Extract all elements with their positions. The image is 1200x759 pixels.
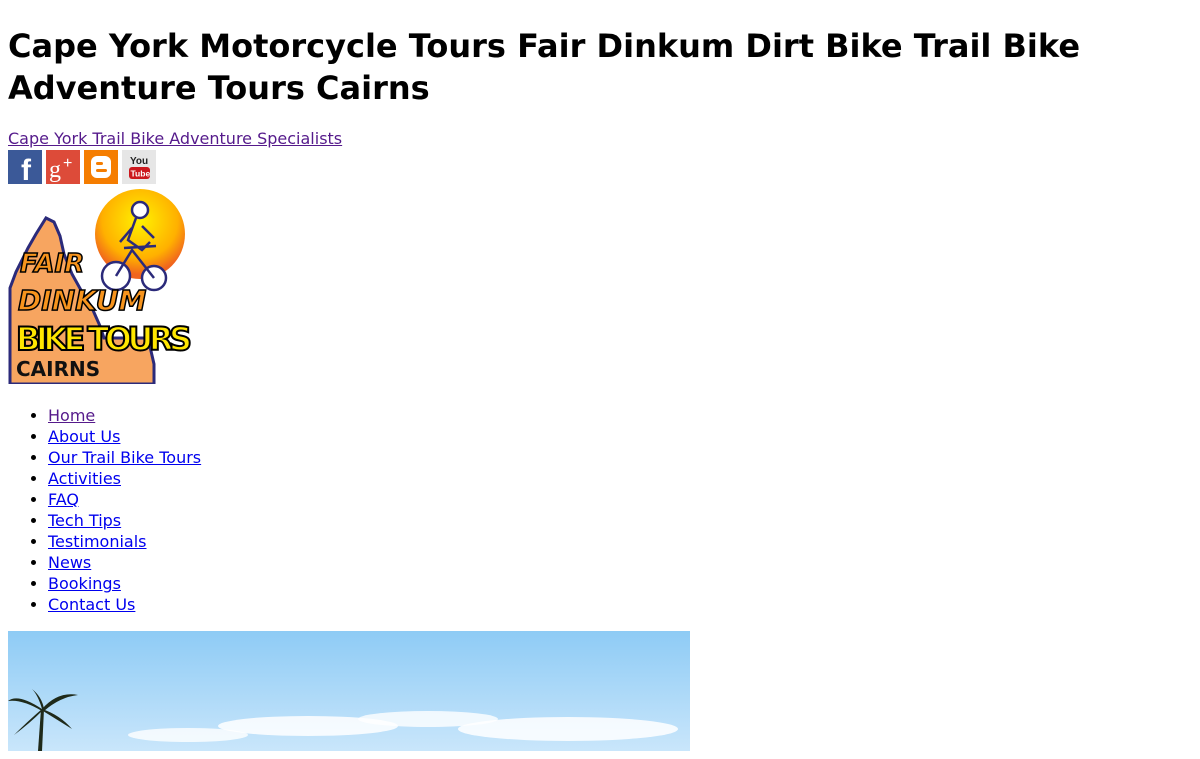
nav-link-our-trail-bike-tours[interactable]: Our Trail Bike Tours [48,448,201,467]
nav-link-faq[interactable]: FAQ [48,490,79,509]
main-nav: Home About Us Our Trail Bike Tours Activ… [8,405,1192,615]
blogger-link[interactable] [84,150,118,184]
youtube-link[interactable]: You Tube [122,150,156,184]
logo-text-dinkum: DINKUM [18,284,147,317]
svg-text:g: g [49,157,61,183]
svg-text:Tube: Tube [131,169,151,179]
nav-item-contact-us: Contact Us [48,594,1192,615]
nav-item-faq: FAQ [48,489,1192,510]
logo-text-cairns: CAIRNS [16,357,100,381]
page: Cape York Motorcycle Tours Fair Dinkum D… [0,0,1200,759]
fair-dinkum-logo: FAIR DINKUM BIKE TOURS CAIRNS [8,189,193,384]
nav-item-news: News [48,552,1192,573]
svg-text:f: f [21,154,32,184]
logo-text-bike-tours: BIKE TOURS [16,320,192,358]
google-plus-icon: g + [46,150,80,184]
logo-text-fair: FAIR [20,249,84,279]
blogger-icon [84,150,118,184]
nav-item-about-us: About Us [48,426,1192,447]
tagline-link[interactable]: Cape York Trail Bike Adventure Specialis… [8,129,1192,149]
nav-item-our-trail-bike-tours: Our Trail Bike Tours [48,447,1192,468]
youtube-icon: You Tube [122,150,156,184]
nav-item-bookings: Bookings [48,573,1192,594]
facebook-link[interactable]: f [8,150,42,184]
nav-link-bookings[interactable]: Bookings [48,574,121,593]
svg-text:+: + [63,155,72,172]
nav-item-testimonials: Testimonials [48,531,1192,552]
nav-link-testimonials[interactable]: Testimonials [48,532,147,551]
nav-link-news[interactable]: News [48,553,91,572]
facebook-icon: f [8,150,42,184]
google-plus-link[interactable]: g + [46,150,80,184]
nav-link-home[interactable]: Home [48,406,95,425]
nav-item-activities: Activities [48,468,1192,489]
nav-link-tech-tips[interactable]: Tech Tips [48,511,121,530]
svg-text:You: You [130,156,148,167]
social-links: f g + You Tube [8,150,1192,184]
nav-item-home: Home [48,405,1192,426]
nav-link-about-us[interactable]: About Us [48,427,120,446]
page-title: Cape York Motorcycle Tours Fair Dinkum D… [8,27,1081,107]
nav-item-tech-tips: Tech Tips [48,510,1192,531]
hero-image [8,631,690,751]
nav-link-contact-us[interactable]: Contact Us [48,595,135,614]
nav-link-activities[interactable]: Activities [48,469,121,488]
